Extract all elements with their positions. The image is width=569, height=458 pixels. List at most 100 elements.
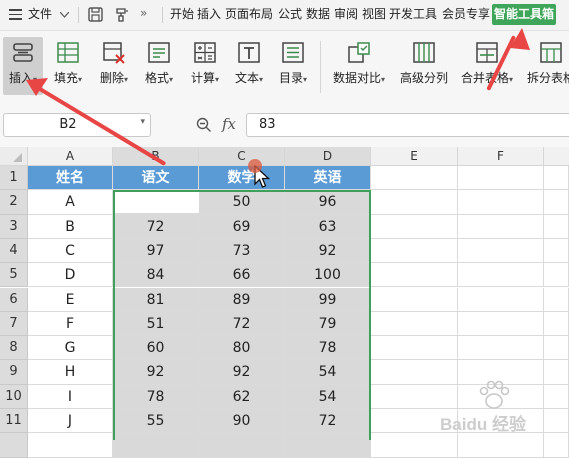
data-cell[interactable]: 97 (113, 238, 199, 264)
column-header-a[interactable]: A (28, 147, 113, 166)
row-header[interactable]: 4 (0, 238, 28, 264)
empty-cell[interactable] (544, 238, 569, 264)
row-header[interactable]: 2 (0, 190, 28, 215)
chevron-down-icon[interactable]: ▾ (140, 117, 145, 127)
row-header[interactable]: 7 (0, 311, 28, 337)
empty-cell[interactable] (544, 214, 569, 239)
name-box[interactable]: B2 ▾ (3, 113, 151, 137)
data-cell[interactable]: 78 (113, 384, 199, 409)
data-cell[interactable]: 72 (113, 214, 199, 239)
column-header-e[interactable]: E (371, 147, 458, 166)
empty-cell[interactable] (544, 166, 569, 191)
row-header[interactable]: 5 (0, 263, 28, 288)
row-header[interactable]: 10 (0, 384, 28, 409)
hamburger-menu-icon[interactable] (9, 9, 22, 20)
empty-cell[interactable] (458, 238, 544, 264)
empty-cell[interactable] (458, 287, 544, 312)
data-compare-button[interactable]: 数据对比▾ (328, 37, 390, 95)
empty-cell[interactable] (371, 238, 458, 264)
data-cell[interactable]: 92 (113, 360, 199, 385)
row-header[interactable]: 8 (0, 336, 28, 361)
data-cell[interactable]: 72 (285, 409, 371, 434)
data-cell[interactable]: 51 (113, 311, 199, 337)
format-painter-icon[interactable] (114, 7, 130, 23)
formula-input[interactable]: 83 (246, 113, 569, 137)
zoom-icon[interactable] (196, 117, 212, 133)
empty-cell[interactable] (544, 263, 569, 288)
empty-cell[interactable] (544, 190, 569, 215)
row-header[interactable]: 6 (0, 287, 28, 312)
empty-cell[interactable] (544, 336, 569, 361)
calculate-button[interactable]: 计算▾ (185, 37, 225, 95)
data-cell[interactable]: 96 (285, 190, 371, 215)
data-cell[interactable]: 100 (285, 263, 371, 288)
text-button[interactable]: 文本▾ (229, 37, 269, 95)
data-cell[interactable]: 63 (285, 214, 371, 239)
empty-cell[interactable] (371, 287, 458, 312)
empty-cell[interactable] (458, 311, 544, 337)
data-cell[interactable]: 55 (113, 409, 199, 434)
header-cell[interactable]: 数学 (199, 166, 285, 191)
fill-button[interactable]: 填充▾ (48, 37, 88, 95)
empty-cell[interactable] (371, 336, 458, 361)
empty-cell[interactable] (371, 360, 458, 385)
data-cell[interactable]: A (28, 190, 113, 215)
chevron-down-icon[interactable] (60, 12, 69, 18)
data-cell[interactable]: 72 (199, 311, 285, 337)
data-cell[interactable]: 54 (285, 384, 371, 409)
empty-cell[interactable] (544, 311, 569, 337)
data-cell[interactable]: 80 (199, 336, 285, 361)
tab-developer[interactable]: 开发工具 (389, 7, 437, 22)
format-button[interactable]: 格式▾ (139, 37, 179, 95)
data-cell[interactable]: 81 (113, 287, 199, 312)
empty-cell[interactable] (544, 360, 569, 385)
row-header[interactable]: 1 (0, 166, 28, 191)
data-cell[interactable]: C (28, 238, 113, 264)
tab-data[interactable]: 数据 (306, 7, 330, 22)
row-header[interactable]: 11 (0, 409, 28, 434)
fx-icon[interactable]: fx (222, 115, 236, 133)
more-icon[interactable]: » (140, 6, 147, 21)
data-cell[interactable]: 62 (199, 384, 285, 409)
empty-cell[interactable] (371, 263, 458, 288)
file-menu[interactable]: 文件 (28, 7, 52, 22)
tab-page-layout[interactable]: 页面布局 (225, 7, 273, 22)
empty-cell[interactable] (544, 409, 569, 434)
empty-cell[interactable] (458, 263, 544, 288)
empty-cell[interactable] (458, 214, 544, 239)
data-cell[interactable]: 78 (285, 336, 371, 361)
empty-cell[interactable] (371, 384, 458, 409)
data-cell[interactable]: 92 (199, 360, 285, 385)
data-cell[interactable]: 92 (285, 238, 371, 264)
empty-cell[interactable] (371, 190, 458, 215)
select-all-corner[interactable] (0, 147, 28, 166)
tab-insert[interactable]: 插入 (197, 7, 221, 22)
header-cell[interactable]: 姓名 (28, 166, 113, 191)
data-cell[interactable]: 73 (199, 238, 285, 264)
column-header-c[interactable]: C (199, 147, 285, 166)
tab-home[interactable]: 开始 (170, 7, 194, 22)
empty-cell[interactable] (544, 287, 569, 312)
row-header[interactable]: 9 (0, 360, 28, 385)
data-cell[interactable]: 90 (199, 409, 285, 434)
column-header-f[interactable]: F (458, 147, 544, 166)
data-cell[interactable]: 99 (285, 287, 371, 312)
empty-cell[interactable] (458, 166, 544, 191)
toc-button[interactable]: 目录▾ (273, 37, 313, 95)
empty-cell[interactable] (371, 166, 458, 191)
tab-smart-toolbox[interactable]: 智能工具箱 (492, 4, 556, 25)
save-icon[interactable] (88, 7, 103, 22)
column-header-d[interactable]: D (285, 147, 371, 166)
tab-formulas[interactable]: 公式 (278, 7, 302, 22)
data-cell[interactable]: 66 (199, 263, 285, 288)
advanced-split-button[interactable]: 高级分列 (396, 37, 452, 95)
tab-review[interactable]: 审阅 (334, 7, 358, 22)
data-cell[interactable]: 60 (113, 336, 199, 361)
tab-view[interactable]: 视图 (362, 7, 386, 22)
data-cell[interactable]: I (28, 384, 113, 409)
delete-button[interactable]: 删除▾ (94, 37, 134, 95)
empty-cell[interactable] (371, 214, 458, 239)
empty-cell[interactable] (458, 336, 544, 361)
header-cell[interactable]: 语文 (113, 166, 199, 191)
data-cell[interactable]: D (28, 263, 113, 288)
